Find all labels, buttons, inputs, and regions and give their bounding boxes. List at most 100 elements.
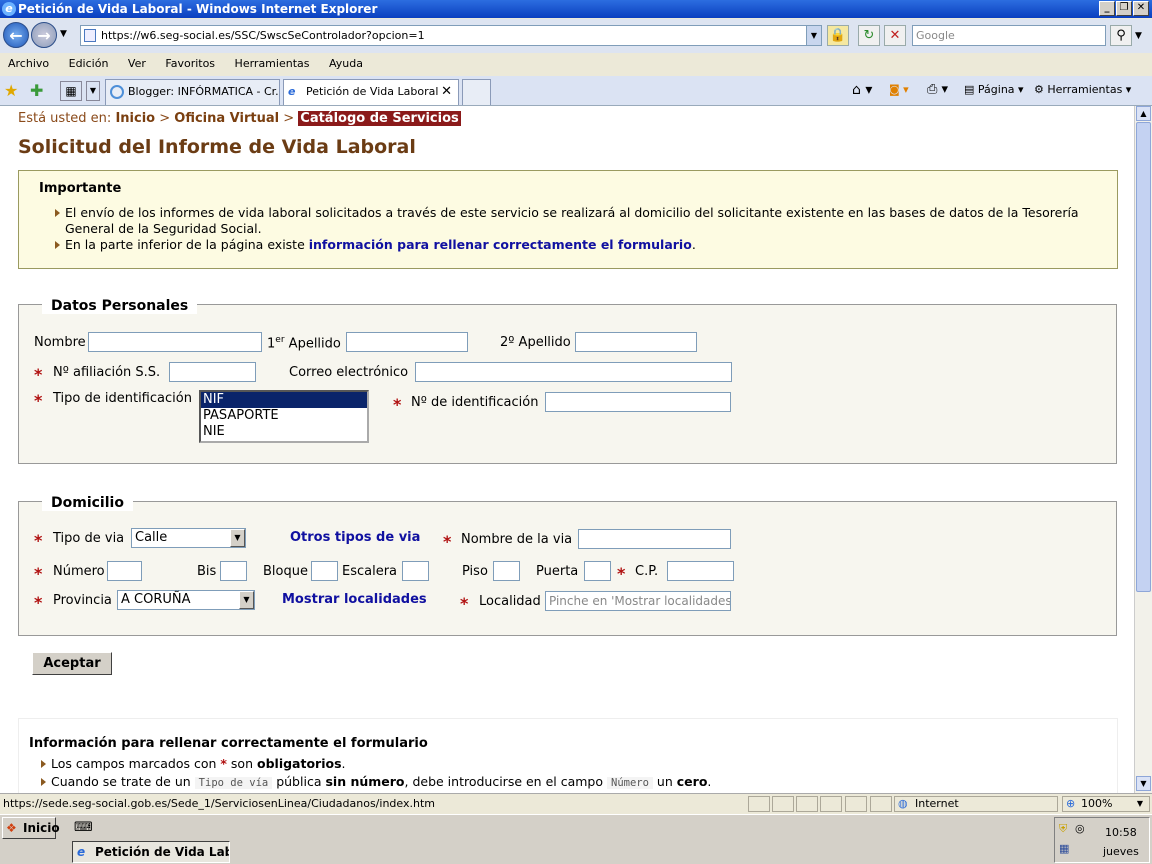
status-panel — [796, 796, 818, 812]
home-icon[interactable]: ⌂ ▾ — [852, 82, 872, 98]
nombre-via-input[interactable] — [578, 529, 731, 549]
option-nie[interactable]: NIE — [201, 424, 367, 440]
history-dropdown-icon[interactable]: ▼ — [60, 29, 67, 39]
shield-icon[interactable]: ⛨ — [1059, 822, 1067, 836]
mostrar-localidades-link[interactable]: Mostrar localidades — [282, 592, 427, 607]
taskbar-item-ie[interactable]: e Petición de Vida Labo... — [72, 841, 230, 863]
menu-herramientas[interactable]: Herramientas — [235, 57, 310, 70]
vertical-scrollbar[interactable]: ▲ ▼ — [1134, 106, 1152, 793]
search-input[interactable]: Google — [912, 25, 1106, 46]
help-title: Información para rellenar correctamente … — [29, 736, 428, 751]
apellido2-text: Apellido — [518, 335, 571, 350]
address-bar[interactable]: https://w6.seg-social.es/SSC/SwscSeContr… — [80, 25, 822, 46]
help-bold: obligatorios — [257, 756, 342, 771]
apellido1-sup: er — [275, 335, 285, 345]
refresh-icon[interactable]: ↻ — [858, 25, 880, 46]
form-help-link[interactable]: información para rellenar correctamente … — [309, 237, 692, 252]
breadcrumb-catalogo[interactable]: Catálogo de Servicios — [298, 111, 461, 126]
required-asterisk-icon: * — [220, 756, 227, 771]
chevron-down-icon[interactable]: ▼ — [239, 591, 254, 609]
favorites-star-icon[interactable]: ★ — [4, 81, 18, 100]
menu-ayuda[interactable]: Ayuda — [329, 57, 363, 70]
provincia-value: A CORUÑA — [121, 592, 191, 607]
breadcrumb-sep: > — [159, 111, 171, 126]
tab-ie-icon: e — [288, 85, 296, 98]
menu-ver[interactable]: Ver — [128, 57, 146, 70]
forward-button[interactable]: → — [31, 22, 57, 48]
chevron-down-icon[interactable]: ▼ — [230, 529, 245, 547]
aceptar-button[interactable]: Aceptar — [32, 652, 112, 675]
menu-archivo[interactable]: Archivo — [8, 57, 49, 70]
tab-peticion[interactable]: e Petición de Vida Laboral ✕ — [283, 79, 459, 105]
zoom-dropdown-icon[interactable]: ▼ — [1137, 797, 1143, 811]
keyboard-icon[interactable]: ⌨ — [74, 820, 93, 835]
start-button[interactable]: ❖ Inicio — [2, 817, 60, 839]
ie-logo-icon: e — [77, 845, 86, 859]
search-icon[interactable]: ⚲ — [1110, 25, 1132, 46]
breadcrumb-inicio[interactable]: Inicio — [115, 111, 155, 126]
bloque-input[interactable] — [311, 561, 338, 581]
apellido2-input[interactable] — [575, 332, 697, 352]
numero-input[interactable] — [107, 561, 142, 581]
ie-logo-icon: e — [2, 2, 16, 16]
localidad-input[interactable]: Pinche en 'Mostrar localidades' — [545, 591, 731, 611]
scroll-down-icon[interactable]: ▼ — [1136, 776, 1151, 791]
stop-icon[interactable]: ✕ — [884, 25, 906, 46]
search-dropdown-icon[interactable]: ▼ — [1135, 31, 1142, 41]
correo-input[interactable] — [415, 362, 732, 382]
nombre-input[interactable] — [88, 332, 262, 352]
notice-title: Importante — [39, 181, 122, 196]
minimize-button[interactable]: _ — [1099, 1, 1115, 16]
nombre-label: Nombre — [34, 335, 86, 350]
tab-list-dropdown-icon[interactable]: ▼ — [86, 81, 100, 101]
tipo-id-listbox[interactable]: NIF PASAPORTE NIE — [199, 390, 369, 443]
quick-tabs-icon[interactable]: ▦ — [60, 81, 82, 101]
menu-favoritos[interactable]: Favoritos — [165, 57, 215, 70]
otros-tipos-link[interactable]: Otros tipos de via — [290, 530, 420, 545]
app-tray-icon[interactable]: ▦ — [1059, 842, 1069, 855]
escalera-input[interactable] — [402, 561, 429, 581]
zone-label: Internet — [915, 797, 959, 810]
window-title: Petición de Vida Laboral - Windows Inter… — [18, 2, 378, 16]
security-zone: ◍ Internet — [894, 796, 1058, 812]
tools-menu[interactable]: ⚙ Herramientas ▾ — [1034, 82, 1131, 98]
notice-bullet: El envío de los informes de vida laboral… — [55, 205, 1095, 237]
piso-input[interactable] — [493, 561, 520, 581]
afiliacion-input[interactable] — [169, 362, 256, 382]
feeds-icon[interactable]: ◙ ▾ — [889, 82, 909, 98]
apellido1-label: 1er Apellido — [267, 335, 341, 351]
help-text: , debe introducirse en el campo — [404, 774, 604, 789]
option-nif[interactable]: NIF — [201, 392, 367, 408]
num-id-input[interactable] — [545, 392, 731, 412]
tab-blogger[interactable]: Blogger: INFÓRMATICA - Cr... — [105, 79, 280, 105]
required-asterisk-icon: * — [34, 391, 43, 410]
address-dropdown-icon[interactable]: ▼ — [806, 26, 821, 45]
close-window-button[interactable]: ✕ — [1133, 1, 1149, 16]
page-menu[interactable]: ▤ Página ▾ — [964, 82, 1024, 98]
print-icon[interactable]: ⎙ ▾ — [927, 82, 948, 98]
tipo-id-label: Tipo de identificación — [53, 391, 192, 406]
close-tab-icon[interactable]: ✕ — [441, 80, 452, 104]
back-button[interactable]: ← — [3, 22, 29, 48]
breadcrumb-oficina-virtual[interactable]: Oficina Virtual — [174, 111, 279, 126]
tipo-via-select[interactable]: Calle ▼ — [131, 528, 246, 548]
scroll-up-icon[interactable]: ▲ — [1136, 106, 1151, 121]
new-tab-button[interactable] — [462, 79, 491, 105]
puerta-label: Puerta — [536, 564, 579, 579]
help-text: son — [230, 756, 254, 771]
lock-icon[interactable]: 🔒 — [827, 25, 849, 46]
cp-input[interactable] — [667, 561, 734, 581]
apellido1-input[interactable] — [346, 332, 468, 352]
option-pasaporte[interactable]: PASAPORTE — [201, 408, 367, 424]
maximize-button[interactable]: ❐ — [1116, 1, 1132, 16]
provincia-select[interactable]: A CORUÑA ▼ — [117, 590, 255, 610]
menu-bar: Archivo Edición Ver Favoritos Herramient… — [0, 54, 1152, 74]
network-icon[interactable]: ◎ — [1075, 822, 1085, 835]
menu-edicion[interactable]: Edición — [69, 57, 109, 70]
bis-input[interactable] — [220, 561, 247, 581]
tab-label: Blogger: INFÓRMATICA - Cr... — [128, 85, 280, 98]
scroll-thumb[interactable] — [1136, 122, 1151, 592]
puerta-input[interactable] — [584, 561, 611, 581]
add-favorite-icon[interactable]: ✚ — [30, 81, 43, 100]
zoom-control[interactable]: ⊕ 100% ▼ — [1062, 796, 1150, 812]
